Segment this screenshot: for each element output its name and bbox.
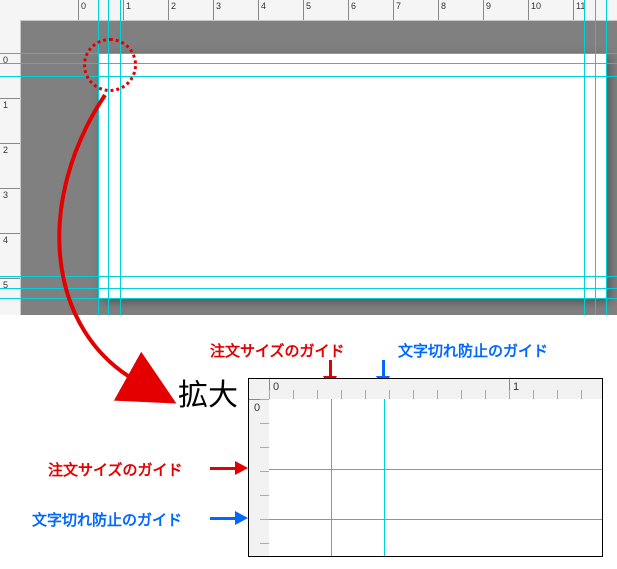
magnify-arrow bbox=[40, 80, 220, 400]
zoom-canvas[interactable] bbox=[269, 399, 602, 556]
label-text-safe-guide-left: 文字切れ防止のガイド bbox=[32, 509, 182, 530]
vertical-ruler[interactable]: 012345 bbox=[0, 20, 21, 315]
magnify-label: 拡大 bbox=[178, 370, 238, 414]
zoom-inset: 01 0 bbox=[248, 378, 603, 557]
arrow-order-size-left bbox=[210, 467, 236, 470]
label-text-safe-guide-top: 文字切れ防止のガイド bbox=[398, 340, 548, 361]
label-order-size-guide-left: 注文サイズのガイド bbox=[48, 459, 183, 480]
zoom-horizontal-ruler[interactable]: 01 bbox=[269, 379, 602, 400]
zoom-vertical-ruler[interactable]: 0 bbox=[249, 399, 270, 556]
arrowhead-order-size-left bbox=[235, 461, 248, 475]
label-order-size-guide-top: 注文サイズのガイド bbox=[210, 340, 345, 361]
zoom-ruler-corner bbox=[249, 379, 270, 400]
arrow-text-safe-left bbox=[210, 517, 236, 520]
arrowhead-text-safe-left bbox=[235, 511, 248, 525]
horizontal-ruler[interactable]: 0123456789101112 bbox=[20, 0, 617, 21]
ruler-corner bbox=[0, 0, 21, 21]
